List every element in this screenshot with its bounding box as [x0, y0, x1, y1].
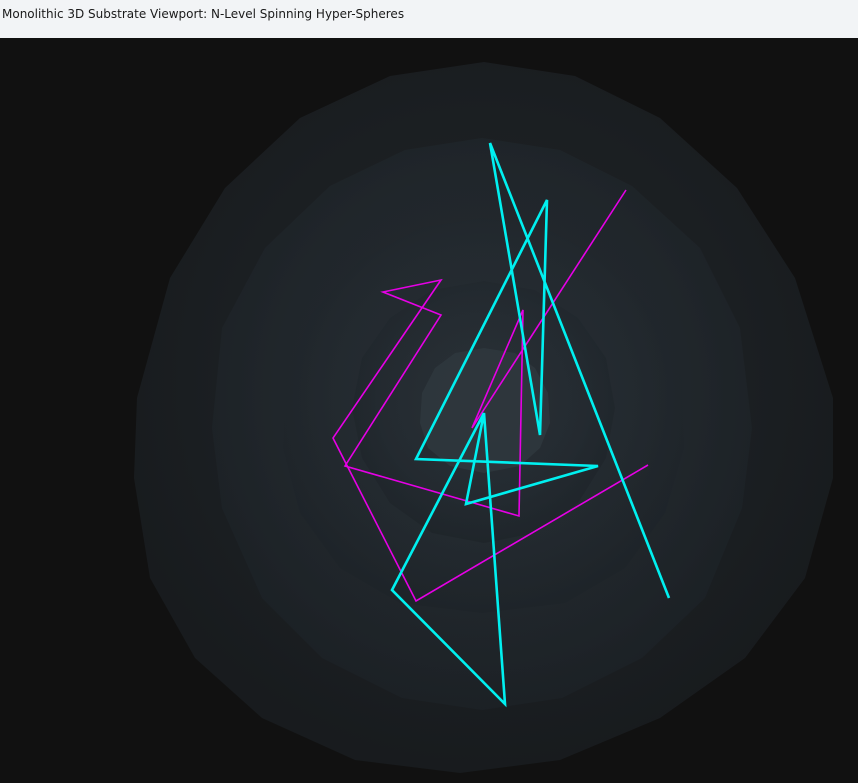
hyper-sphere-canvas[interactable] [0, 38, 858, 783]
substrate-viewport[interactable] [0, 38, 858, 783]
window-title: Monolithic 3D Substrate Viewport: N-Leve… [2, 7, 405, 21]
window-titlebar: Monolithic 3D Substrate Viewport: N-Leve… [0, 0, 858, 38]
